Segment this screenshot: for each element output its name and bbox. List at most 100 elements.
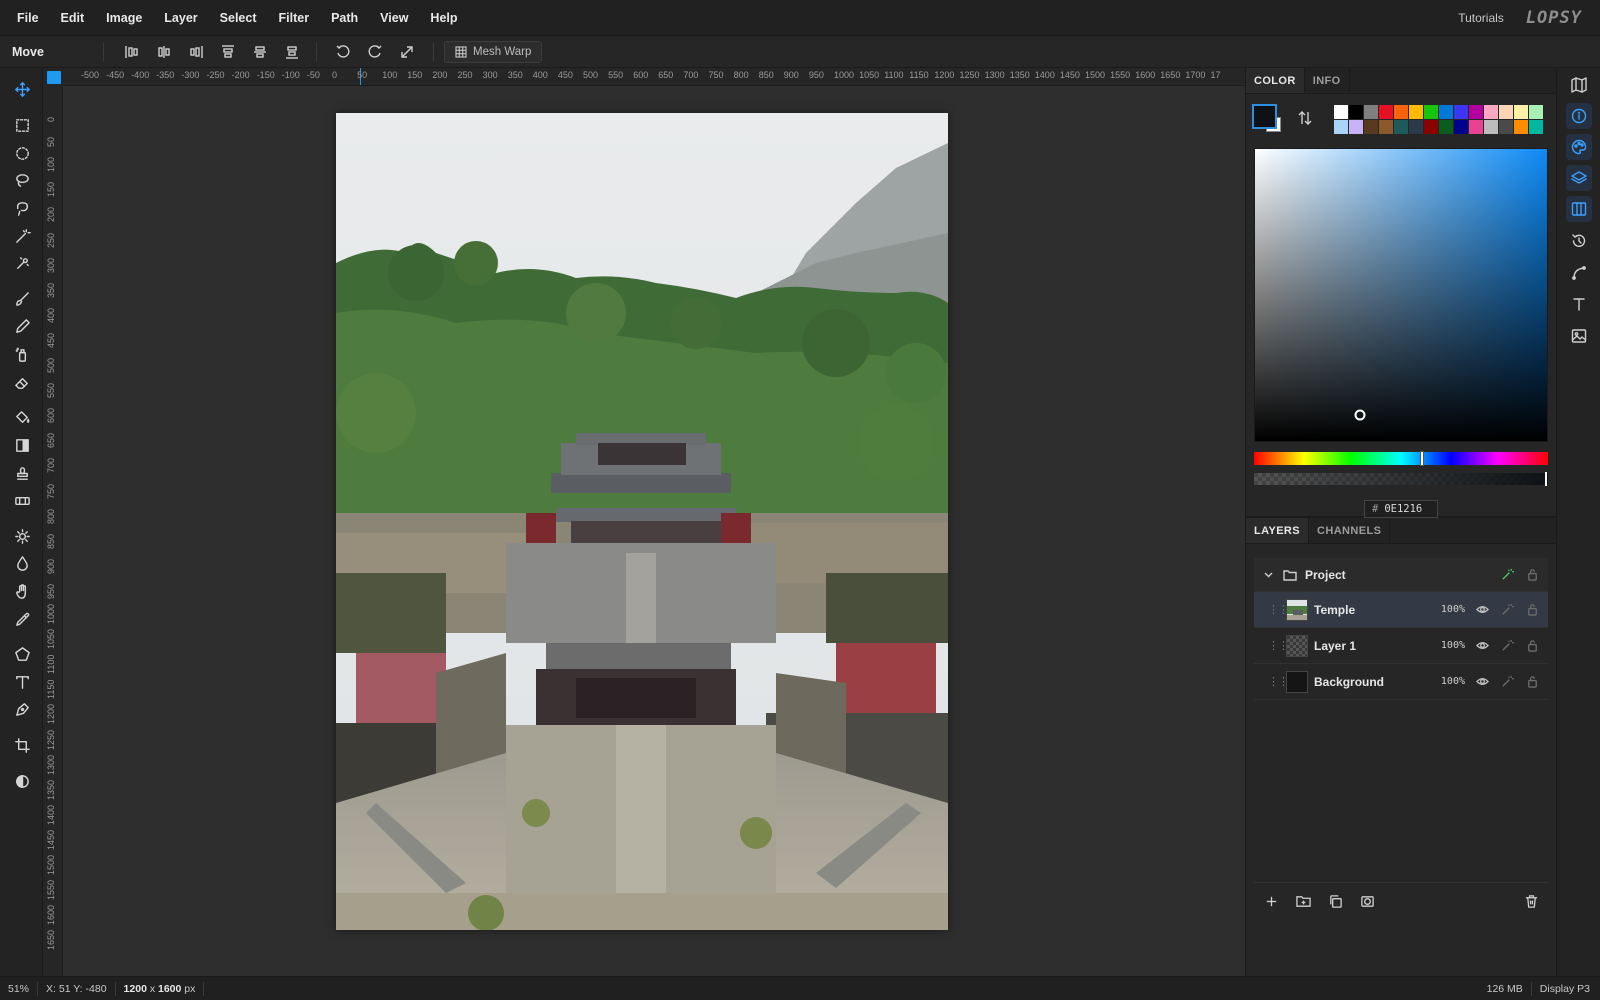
layer-group-project[interactable]: Project: [1254, 558, 1548, 592]
menu-help[interactable]: Help: [419, 0, 468, 36]
character-panel-button[interactable]: [1566, 291, 1592, 317]
color-swatch[interactable]: [1409, 105, 1423, 119]
shape-tool[interactable]: [8, 641, 36, 667]
eye-icon[interactable]: [1473, 637, 1491, 655]
channels-panel-button[interactable]: [1566, 196, 1592, 222]
drag-handle-icon[interactable]: ⋮⋮: [1268, 675, 1289, 688]
lasso-tool[interactable]: [8, 167, 36, 193]
adjustment-tool[interactable]: [8, 768, 36, 794]
layer-effects-icon[interactable]: [1498, 673, 1516, 691]
add-layer-button[interactable]: [1256, 889, 1286, 915]
align-middle-v-button[interactable]: [246, 40, 274, 64]
dodge-tool[interactable]: [8, 523, 36, 549]
menu-path[interactable]: Path: [320, 0, 369, 36]
duplicate-layer-button[interactable]: [1320, 889, 1350, 915]
color-swatch[interactable]: [1424, 120, 1438, 134]
color-swatch[interactable]: [1439, 105, 1453, 119]
layer-effects-icon[interactable]: [1498, 637, 1516, 655]
gradient-tool[interactable]: [8, 432, 36, 458]
blur-tool[interactable]: [8, 550, 36, 576]
eraser-tool[interactable]: [8, 369, 36, 395]
layer-mask-button[interactable]: [1352, 889, 1382, 915]
document-canvas[interactable]: [336, 113, 948, 930]
quick-select-tool[interactable]: [8, 250, 36, 276]
menu-file[interactable]: File: [6, 0, 50, 36]
hue-slider-thumb[interactable]: [1419, 451, 1424, 466]
eye-icon[interactable]: [1473, 601, 1491, 619]
tutorials-link[interactable]: Tutorials: [1458, 11, 1504, 25]
menu-select[interactable]: Select: [209, 0, 268, 36]
text-tool[interactable]: [8, 669, 36, 695]
color-swatch[interactable]: [1379, 105, 1393, 119]
new-group-button[interactable]: [1288, 889, 1318, 915]
stamp-tool[interactable]: [8, 460, 36, 486]
chevron-down-icon[interactable]: [1263, 569, 1279, 580]
spray-tool[interactable]: [8, 341, 36, 367]
align-right-button[interactable]: [182, 40, 210, 64]
eyedropper-tool[interactable]: [8, 606, 36, 632]
alpha-slider[interactable]: [1254, 472, 1548, 486]
color-swatch[interactable]: [1394, 120, 1408, 134]
lock-icon[interactable]: [1523, 637, 1541, 655]
expand-button[interactable]: [393, 40, 421, 64]
eye-icon[interactable]: [1473, 673, 1491, 691]
sv-picker-cursor[interactable]: [1354, 409, 1366, 421]
color-swatch[interactable]: [1484, 105, 1498, 119]
rotate-cw-button[interactable]: [361, 40, 389, 64]
color-swatch[interactable]: [1349, 105, 1363, 119]
color-swatch[interactable]: [1364, 105, 1378, 119]
rect-select-tool[interactable]: [8, 112, 36, 138]
ellipse-select-tool[interactable]: [8, 140, 36, 166]
info-panel-button[interactable]: [1566, 103, 1592, 129]
polygon-lasso-tool[interactable]: [8, 195, 36, 221]
crop-tool[interactable]: [8, 732, 36, 758]
layers-panel-button[interactable]: [1566, 165, 1592, 191]
color-swatch[interactable]: [1454, 120, 1468, 134]
color-swatch[interactable]: [1499, 120, 1513, 134]
image-panel-button[interactable]: [1566, 323, 1592, 349]
color-swatch[interactable]: [1409, 120, 1423, 134]
color-swatch[interactable]: [1514, 120, 1528, 134]
layer-row-layer-1[interactable]: ⋮⋮ Layer 1 100%: [1254, 628, 1548, 664]
layer-opacity[interactable]: 100%: [1441, 640, 1465, 651]
align-center-h-button[interactable]: [150, 40, 178, 64]
color-panel-button[interactable]: [1566, 134, 1592, 160]
color-swatch[interactable]: [1529, 105, 1543, 119]
hex-value[interactable]: 0E1216: [1384, 503, 1422, 515]
layer-opacity[interactable]: 100%: [1441, 676, 1465, 687]
pencil-tool[interactable]: [8, 313, 36, 339]
patch-tool[interactable]: [8, 487, 36, 513]
swap-colors-button[interactable]: [1297, 110, 1313, 126]
menu-edit[interactable]: Edit: [50, 0, 96, 36]
menu-view[interactable]: View: [369, 0, 419, 36]
hand-tool[interactable]: [8, 578, 36, 604]
color-swatch[interactable]: [1379, 120, 1393, 134]
tab-info[interactable]: INFO: [1305, 68, 1350, 93]
color-swatch[interactable]: [1484, 120, 1498, 134]
color-swatch[interactable]: [1454, 105, 1468, 119]
layer-opacity[interactable]: 100%: [1441, 604, 1465, 615]
layer-row-background[interactable]: ⋮⋮ Background 100%: [1254, 664, 1548, 700]
magic-wand-tool[interactable]: [8, 223, 36, 249]
align-bottom-button[interactable]: [278, 40, 306, 64]
canvas-area[interactable]: [63, 86, 1245, 976]
color-swatch[interactable]: [1334, 105, 1348, 119]
color-swatch[interactable]: [1499, 105, 1513, 119]
drag-handle-icon[interactable]: ⋮⋮: [1268, 603, 1289, 616]
history-panel-button[interactable]: [1566, 228, 1592, 254]
lock-icon[interactable]: [1523, 673, 1541, 691]
paths-panel-button[interactable]: [1566, 260, 1592, 286]
pen-tool[interactable]: [8, 696, 36, 722]
drag-handle-icon[interactable]: ⋮⋮: [1268, 639, 1289, 652]
lock-icon[interactable]: [1523, 566, 1541, 584]
align-left-button[interactable]: [118, 40, 146, 64]
lock-icon[interactable]: [1523, 601, 1541, 619]
zoom-level[interactable]: 51%: [0, 981, 39, 996]
tab-channels[interactable]: CHANNELS: [1309, 518, 1391, 543]
rotate-ccw-button[interactable]: [329, 40, 357, 64]
layer-row-temple[interactable]: ⋮⋮ Temple 100%: [1254, 592, 1548, 628]
color-swatch[interactable]: [1469, 120, 1483, 134]
menu-filter[interactable]: Filter: [268, 0, 321, 36]
color-swatch[interactable]: [1439, 120, 1453, 134]
hex-color-input[interactable]: # 0E1216: [1364, 500, 1438, 518]
